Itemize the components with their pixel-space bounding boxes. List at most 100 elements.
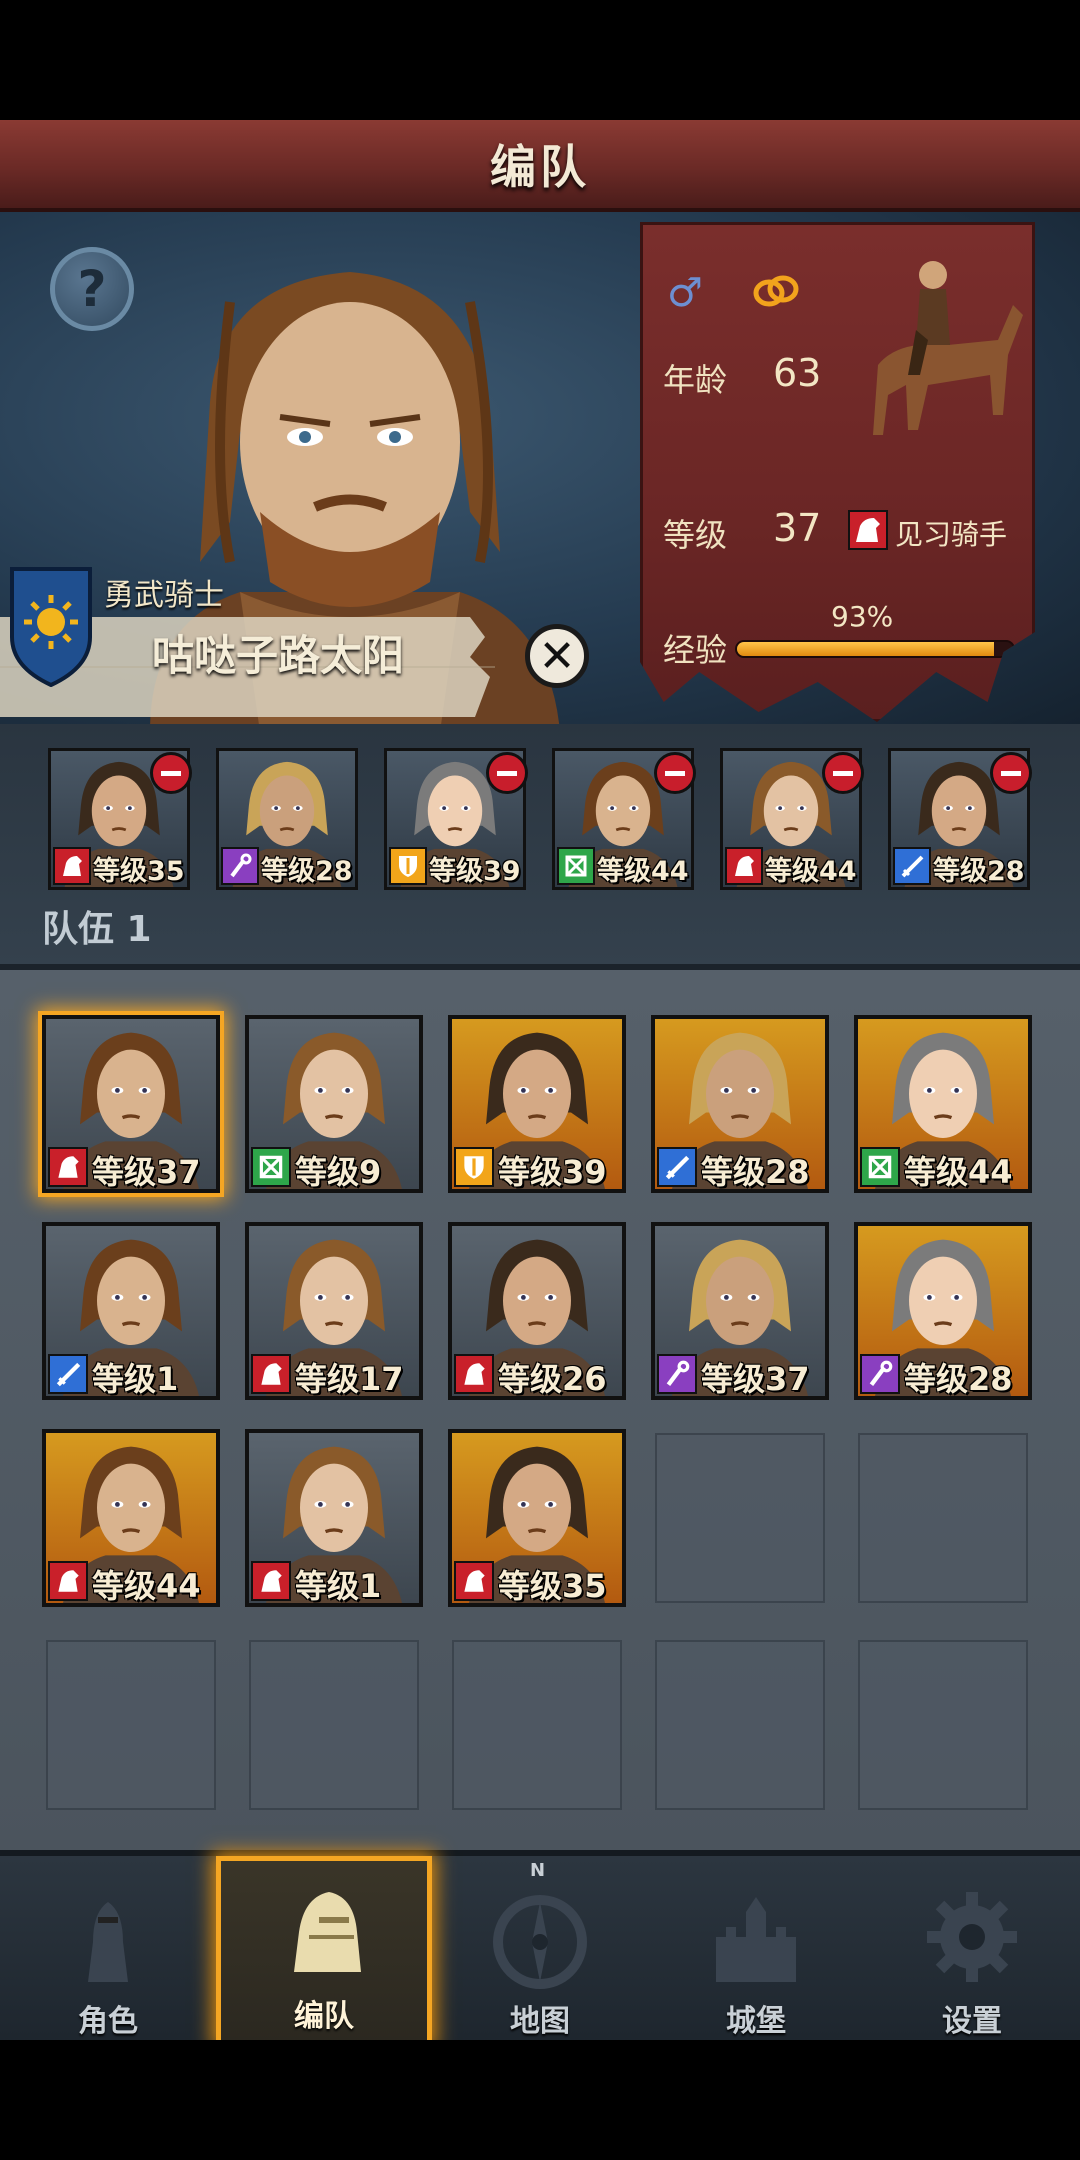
empty-roster-slot <box>858 1640 1028 1810</box>
empty-roster-slot <box>858 1433 1028 1603</box>
horse-class-icon <box>251 1561 291 1601</box>
roster-card[interactable]: 等级9 <box>245 1015 423 1193</box>
page-title: 编队 <box>490 140 590 194</box>
horse-class-icon <box>251 1354 291 1394</box>
hero-panel: ? 勇武骑士 咕哒子路太阳 ✕ ♂ 年龄 63 等级 37 见习骑手 93% 经… <box>0 212 1080 724</box>
roster-card-level: 等级44 <box>92 1567 201 1605</box>
nav-item[interactable]: N 地图 <box>432 1856 648 2046</box>
roster-card[interactable]: 等级1 <box>245 1429 423 1607</box>
remove-member-icon[interactable] <box>822 752 864 794</box>
staff-class-icon <box>860 1354 900 1394</box>
remove-member-icon[interactable] <box>990 752 1032 794</box>
roster-card-level: 等级44 <box>904 1153 1013 1191</box>
staff-class-icon <box>221 847 259 885</box>
bow-class-icon <box>251 1147 291 1187</box>
compass-icon <box>493 1895 587 1989</box>
nav-item[interactable]: 设置 <box>864 1856 1080 2046</box>
hero-stats-panel: ♂ 年龄 63 等级 37 见习骑手 93% 经验 <box>640 222 1035 722</box>
empty-roster-slot <box>249 1640 419 1810</box>
roster-card[interactable]: 等级44 <box>854 1015 1032 1193</box>
roster-card[interactable]: 等级37 <box>651 1222 829 1400</box>
team-member-level: 等级44 <box>765 856 857 887</box>
level-label: 等级 <box>663 516 728 554</box>
roster-card[interactable]: 等级35 <box>448 1429 626 1607</box>
roster-card-level: 等级35 <box>498 1567 607 1605</box>
bow-class-icon <box>557 847 595 885</box>
nav-label: 城堡 <box>726 2004 786 2039</box>
roster-card[interactable]: 等级44 <box>42 1429 220 1607</box>
horse-class-icon <box>53 847 91 885</box>
sun-shield-icon <box>10 567 92 687</box>
castle-icon <box>716 1897 796 1982</box>
roster-card[interactable]: 等级37 <box>42 1015 220 1193</box>
roster-card[interactable]: 等级28 <box>854 1222 1032 1400</box>
roster-grid: 等级37 等级9 等级39 等级28 等级44 等级1 等级17 等级26 等级… <box>0 970 1080 1850</box>
gear-icon <box>927 1892 1017 1982</box>
hero-name: 咕哒子路太阳 <box>152 631 405 680</box>
empty-roster-slot <box>655 1640 825 1810</box>
horse-class-icon <box>454 1354 494 1394</box>
compass-north-label: N <box>530 1860 546 1881</box>
remove-member-icon[interactable] <box>486 752 528 794</box>
ring-icon <box>753 275 799 307</box>
level-value: 37 <box>773 506 822 550</box>
roster-card[interactable]: 等级39 <box>448 1015 626 1193</box>
nav-item[interactable]: 编队 <box>216 1856 432 2046</box>
knight-icon <box>88 1902 128 1982</box>
roster-card[interactable]: 等级26 <box>448 1222 626 1400</box>
nav-item[interactable]: 角色 <box>0 1856 216 2046</box>
roster-card-level: 等级28 <box>701 1153 810 1191</box>
remove-hero-button[interactable]: ✕ <box>525 624 589 688</box>
nav-label: 角色 <box>78 2004 138 2039</box>
team-member-slot[interactable]: 等级28 <box>216 748 358 890</box>
roster-card[interactable]: 等级17 <box>245 1222 423 1400</box>
bottom-navbar: 角色 编队 N 地图 城堡 设置 <box>0 1850 1080 2046</box>
bow-class-icon <box>860 1147 900 1187</box>
roster-card-level: 等级37 <box>92 1153 201 1191</box>
class-name: 见习骑手 <box>895 518 1008 551</box>
nav-item[interactable]: 城堡 <box>648 1856 864 2046</box>
staff-class-icon <box>657 1354 697 1394</box>
roster-card[interactable]: 等级1 <box>42 1222 220 1400</box>
nav-label: 编队 <box>294 1999 354 2034</box>
roster-card-level: 等级1 <box>295 1567 382 1605</box>
empty-roster-slot <box>452 1640 622 1810</box>
navigation-bar-area <box>0 2040 1080 2160</box>
roster-card-level: 等级39 <box>498 1153 607 1191</box>
horse-class-icon <box>454 1561 494 1601</box>
helmet-icon <box>294 1892 361 1972</box>
roster-card-level: 等级1 <box>92 1360 179 1398</box>
roster-card-level: 等级37 <box>701 1360 810 1398</box>
sword-class-icon <box>893 847 931 885</box>
male-icon: ♂ <box>667 270 703 316</box>
horse-rider-icon <box>873 261 1023 435</box>
horse-class-icon <box>848 510 888 550</box>
empty-roster-slot <box>655 1433 825 1603</box>
remove-member-icon[interactable] <box>654 752 696 794</box>
shield-class-icon <box>389 847 427 885</box>
roster-card[interactable]: 等级28 <box>651 1015 829 1193</box>
exp-percent: 93% <box>831 600 894 633</box>
empty-roster-slot <box>46 1640 216 1810</box>
roster-card-level: 等级26 <box>498 1360 607 1398</box>
horse-class-icon <box>48 1561 88 1601</box>
roster-card-level: 等级28 <box>904 1360 1013 1398</box>
age-value: 63 <box>773 351 822 395</box>
remove-member-icon[interactable] <box>150 752 192 794</box>
nav-label: 地图 <box>510 2004 570 2039</box>
team-member-level: 等级28 <box>261 856 353 887</box>
team-panel: 等级35 等级28 等级39 等级44 等级44 等级28 队伍 1 <box>0 724 1080 970</box>
team-member-level: 等级28 <box>933 856 1025 887</box>
exp-bar-fill <box>737 642 994 656</box>
exp-label: 经验 <box>663 631 728 669</box>
roster-card-level: 等级17 <box>295 1360 404 1398</box>
nav-label: 设置 <box>942 2004 1002 2039</box>
sword-class-icon <box>657 1147 697 1187</box>
status-bar-area <box>0 0 1080 120</box>
team-member-level: 等级44 <box>597 856 689 887</box>
roster-card-level: 等级9 <box>295 1153 382 1191</box>
age-label: 年龄 <box>663 361 728 399</box>
team-label: 队伍 1 <box>42 909 152 950</box>
title-bar: 编队 <box>0 120 1080 212</box>
horse-class-icon <box>48 1147 88 1187</box>
